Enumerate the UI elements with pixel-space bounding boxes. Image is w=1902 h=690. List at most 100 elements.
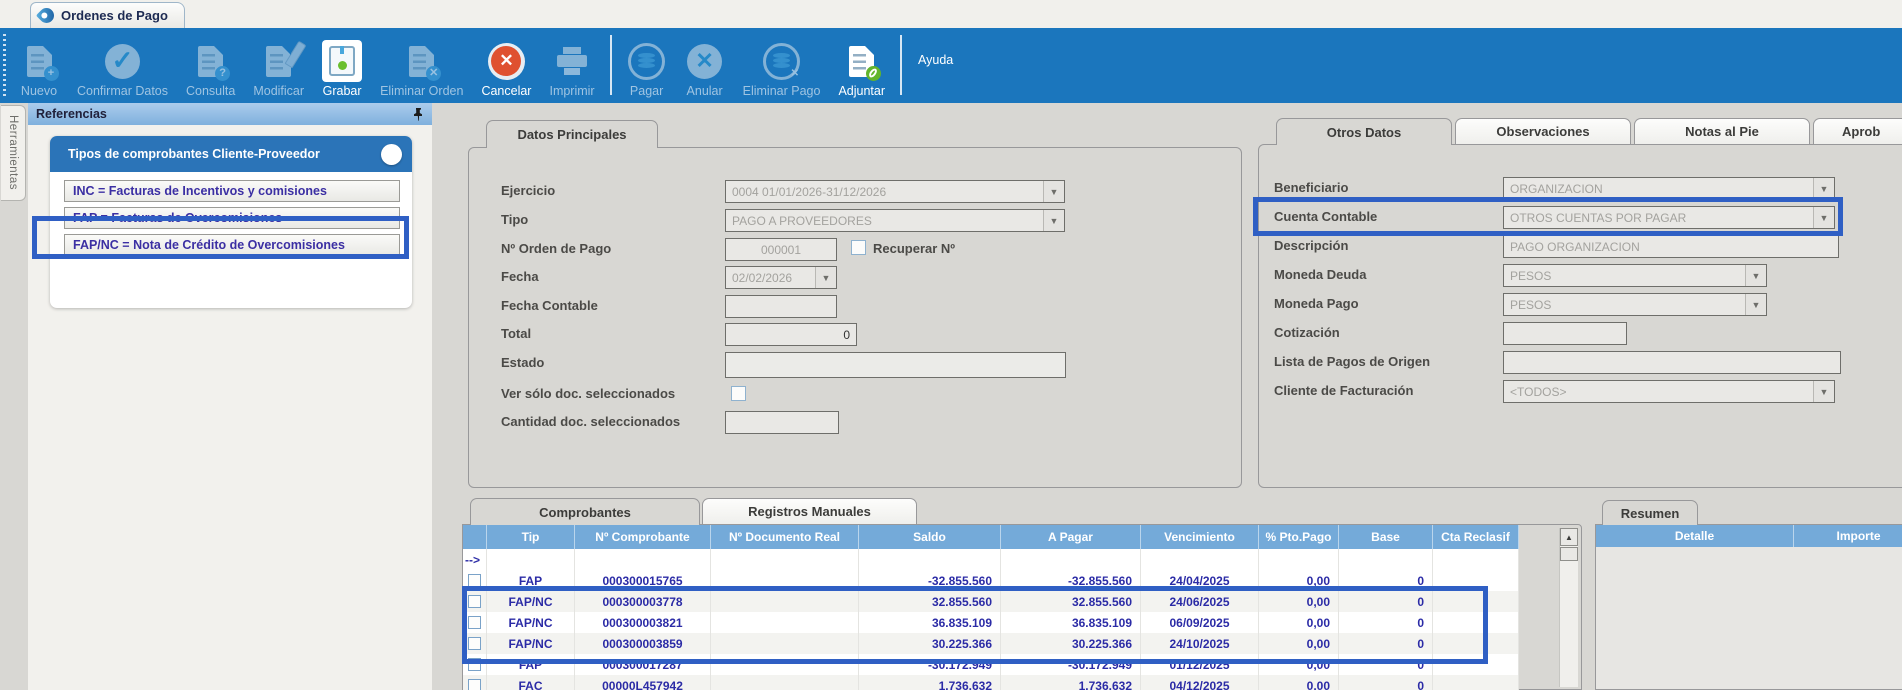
fecha-contable-input[interactable] [725,295,837,318]
cell-tip [487,549,575,570]
cell-tip: FAP/NC [487,591,575,612]
estado-input[interactable] [725,352,1066,378]
tab-otros-datos[interactable]: Otros Datos [1276,118,1452,145]
tab-registros-manuales[interactable]: Registros Manuales [702,498,917,524]
table-row[interactable]: FAP000300015765-32.855.560-32.855.56024/… [463,570,1519,591]
row-selector-cell [463,612,487,633]
tab-aprobaciones[interactable]: Aprob [1813,118,1902,144]
column-header[interactable] [463,525,487,549]
moneda-pago-combo[interactable]: PESOS▼ [1503,293,1767,316]
table-scrollbar[interactable]: ▲ [1559,528,1578,687]
tipo-combo[interactable]: PAGO A PROVEEDORES▼ [725,209,1065,232]
column-header-detalle[interactable]: Detalle [1596,525,1794,547]
cell-saldo: -32.855.560 [859,570,1001,591]
lista-pagos-input[interactable] [1503,351,1841,374]
cell-vencimiento: 01/12/2025 [1141,654,1259,675]
column-header[interactable]: Nº Comprobante [575,525,711,549]
cell-cta_reclasif [1433,570,1519,591]
herramientas-vertical-tab[interactable]: Herramientas [1,105,26,201]
column-header[interactable]: Cta Reclasif [1433,525,1519,549]
scrollbar-up-arrow-icon[interactable]: ▲ [1560,528,1578,546]
cell-cta_reclasif [1433,675,1519,690]
sidebar-item-inc[interactable]: INC = Facturas de Incentivos y comisione… [64,180,400,202]
modificar-button[interactable]: Modificar [244,28,313,103]
cliente-facturacion-combo[interactable]: <TODOS>▼ [1503,380,1835,403]
nuevo-button[interactable]: + Nuevo [10,28,68,103]
eliminar-pago-button[interactable]: ✕ Eliminar Pago [734,28,830,103]
toolbar-grip[interactable] [3,34,6,96]
tab-observaciones[interactable]: Observaciones [1455,118,1631,144]
row-checkbox[interactable] [468,637,481,650]
fecha-combo[interactable]: 02/02/2026▼ [725,266,837,289]
moneda-deuda-combo[interactable]: PESOS▼ [1503,264,1767,287]
row-checkbox[interactable] [468,616,481,629]
row-checkbox[interactable] [468,574,481,587]
grabar-button[interactable]: Grabar [313,28,371,103]
cell-base: 0 [1339,570,1433,591]
column-header-importe[interactable]: Importe [1794,525,1902,547]
pin-icon[interactable] [413,108,424,121]
scrollbar-thumb[interactable] [1560,547,1578,561]
cell-pto_pago: 0,00 [1259,570,1339,591]
table-row[interactable]: FAP000300017287-30.172.949-30.172.94901/… [463,654,1519,675]
column-header[interactable]: Tip [487,525,575,549]
tab-ordenes-de-pago[interactable]: Ordenes de Pago [30,2,185,28]
cell-pto_pago: 0,00 [1259,612,1339,633]
beneficiario-combo[interactable]: ORGANIZACION▼ [1503,177,1835,200]
row-checkbox[interactable] [468,679,481,690]
orden-pago-input[interactable]: 000001 [725,238,837,261]
table-row[interactable]: FAP/NC00030000385930.225.36630.225.36624… [463,633,1519,654]
cell-vencimiento [1141,549,1259,570]
cantidad-input[interactable] [725,411,839,434]
column-header[interactable]: Base [1339,525,1433,549]
cell-tip: FAC [487,675,575,690]
adjuntar-button[interactable]: Adjuntar [829,28,894,103]
tab-datos-principales[interactable]: Datos Principales [486,120,658,148]
chevron-down-icon: ▼ [1043,210,1064,231]
ayuda-menu[interactable]: Ayuda [918,53,953,67]
cell-comprobante: 000300015765 [575,570,711,591]
confirmar-datos-button[interactable]: ✓ Confirmar Datos [68,28,177,103]
cuenta-contable-combo[interactable]: OTROS CUENTAS POR PAGAR▼ [1503,206,1835,229]
consulta-button[interactable]: ? Consulta [177,28,244,103]
tab-notas-al-pie[interactable]: Notas al Pie [1634,118,1810,144]
column-header[interactable]: Vencimiento [1141,525,1259,549]
cancelar-button[interactable]: ✕ Cancelar [472,28,540,103]
cell-base: 0 [1339,675,1433,690]
pagar-button[interactable]: Pagar [618,28,676,103]
column-header[interactable]: Saldo [859,525,1001,549]
panel-circle-button[interactable] [381,144,402,165]
row-selector-cell [463,570,487,591]
resumen-table-header: Detalle Importe [1596,525,1902,547]
sidebar-item-fap[interactable]: FAP = Facturas de Overcomisiones [64,207,400,229]
ejercicio-combo[interactable]: 0004 01/01/2026-31/12/2026▼ [725,180,1065,203]
sidebar-item-fapnc[interactable]: FAP/NC = Nota de Crédito de Overcomision… [64,234,400,256]
ver-solo-checkbox[interactable] [731,386,746,401]
save-floppy-icon [322,40,362,82]
table-row[interactable]: --> [463,549,1519,570]
tab-comprobantes[interactable]: Comprobantes [470,498,700,525]
row-checkbox[interactable] [468,658,481,671]
imprimir-button[interactable]: Imprimir [540,28,603,103]
row-checkbox[interactable] [468,595,481,608]
cotizacion-input[interactable] [1503,322,1627,345]
total-input[interactable]: 0 [725,323,857,346]
column-header[interactable]: % Pto.Pago [1259,525,1339,549]
eliminar-orden-button[interactable]: ✕ Eliminar Orden [371,28,472,103]
anular-button[interactable]: ✕ Anular [676,28,734,103]
current-row-marker: --> [463,549,487,570]
tab-resumen[interactable]: Resumen [1602,500,1698,525]
cotizacion-label: Cotización [1274,325,1340,340]
cell-saldo: -30.172.949 [859,654,1001,675]
column-header[interactable]: Nº Documento Real [711,525,859,549]
cell-vencimiento: 24/06/2025 [1141,591,1259,612]
moneda-pago-label: Moneda Pago [1274,296,1359,311]
coins-delete-icon: ✕ [762,40,802,82]
row-selector-cell [463,591,487,612]
column-header[interactable]: A Pagar [1001,525,1141,549]
table-row[interactable]: FAP/NC00030000377832.855.56032.855.56024… [463,591,1519,612]
table-row[interactable]: FAC00000L4579421.736.6321.736.63204/12/2… [463,675,1519,690]
table-row[interactable]: FAP/NC00030000382136.835.10936.835.10906… [463,612,1519,633]
descripcion-input[interactable]: PAGO ORGANIZACION [1503,235,1839,258]
recuperar-numero-checkbox[interactable] [851,240,866,255]
